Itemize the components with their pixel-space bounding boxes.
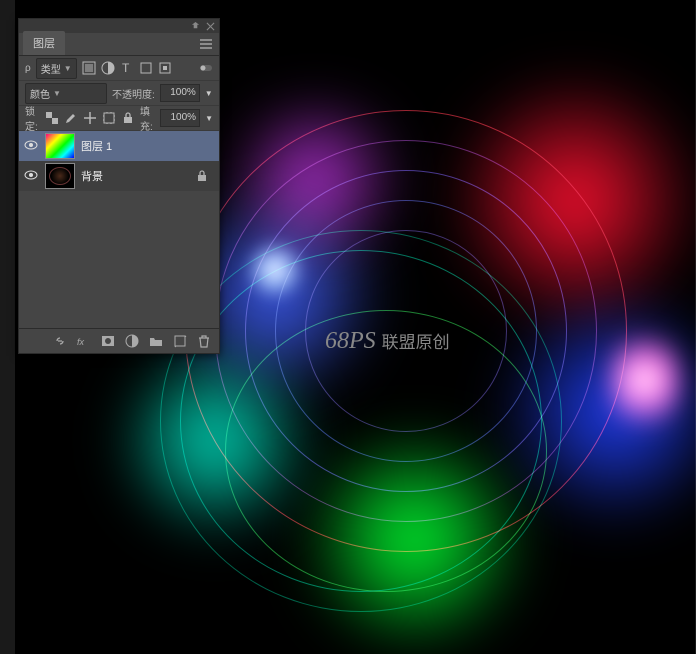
blend-mode-select[interactable]: 颜色▼ (25, 83, 107, 104)
layers-panel: 图层 ρ 类型▼ T 颜色▼ 不透明度: 100% ▼ 锁定: 填充: 100%… (18, 18, 220, 354)
chevron-down-icon: ▼ (53, 89, 61, 98)
chevron-down-icon[interactable]: ▼ (205, 89, 213, 98)
filter-row: ρ 类型▼ T (19, 56, 219, 81)
svg-text:T: T (122, 61, 130, 75)
filter-pixel-icon[interactable] (82, 61, 96, 75)
visibility-icon[interactable] (23, 140, 39, 153)
watermark: 68PS 联盟原创 (325, 328, 450, 355)
lock-all-icon[interactable] (121, 111, 135, 125)
filter-type-icon[interactable]: T (120, 61, 134, 75)
filter-shape-icon[interactable] (139, 61, 153, 75)
close-icon[interactable] (206, 22, 215, 31)
filter-toggle-icon[interactable] (199, 61, 213, 75)
search-icon: ρ (25, 63, 31, 74)
opacity-value[interactable]: 100% (160, 84, 200, 102)
filter-adjustment-icon[interactable] (101, 61, 115, 75)
panel-tabs: 图层 (19, 33, 219, 56)
lock-row: 锁定: 填充: 100% ▼ (19, 106, 219, 131)
mask-icon[interactable] (101, 334, 115, 348)
lock-artboard-icon[interactable] (102, 111, 116, 125)
adjustment-icon[interactable] (125, 334, 139, 348)
layer-name[interactable]: 背景 (81, 168, 103, 184)
lock-label: 锁定: (25, 103, 40, 133)
filter-smart-icon[interactable] (158, 61, 172, 75)
layer-thumbnail[interactable] (45, 163, 75, 189)
filter-kind-select[interactable]: 类型▼ (36, 58, 77, 79)
panel-footer: fx (19, 328, 219, 353)
blend-row: 颜色▼ 不透明度: 100% ▼ (19, 81, 219, 106)
lock-position-icon[interactable] (83, 111, 97, 125)
chevron-down-icon: ▼ (64, 64, 72, 73)
visibility-icon[interactable] (23, 170, 39, 183)
fx-icon[interactable]: fx (77, 334, 91, 348)
collapse-icon[interactable] (191, 22, 200, 31)
layer-name[interactable]: 图层 1 (81, 138, 112, 154)
layer-thumbnail[interactable] (45, 133, 75, 159)
lock-brush-icon[interactable] (64, 111, 78, 125)
lock-transparency-icon[interactable] (45, 111, 59, 125)
trash-icon[interactable] (197, 334, 211, 348)
panel-menu-icon[interactable] (199, 37, 213, 51)
svg-text:fx: fx (77, 337, 85, 347)
fill-value[interactable]: 100% (160, 109, 200, 127)
tab-layers[interactable]: 图层 (23, 31, 65, 55)
chevron-down-icon[interactable]: ▼ (205, 114, 213, 123)
group-icon[interactable] (149, 334, 163, 348)
fill-label: 填充: (140, 103, 155, 133)
link-icon[interactable] (53, 334, 67, 348)
layer-row[interactable]: 图层 1 (19, 131, 219, 161)
layer-row[interactable]: 背景 (19, 161, 219, 191)
layers-list: 图层 1 背景 (19, 131, 219, 191)
lock-icon[interactable] (195, 169, 209, 183)
new-layer-icon[interactable] (173, 334, 187, 348)
opacity-label: 不透明度: (112, 86, 155, 101)
